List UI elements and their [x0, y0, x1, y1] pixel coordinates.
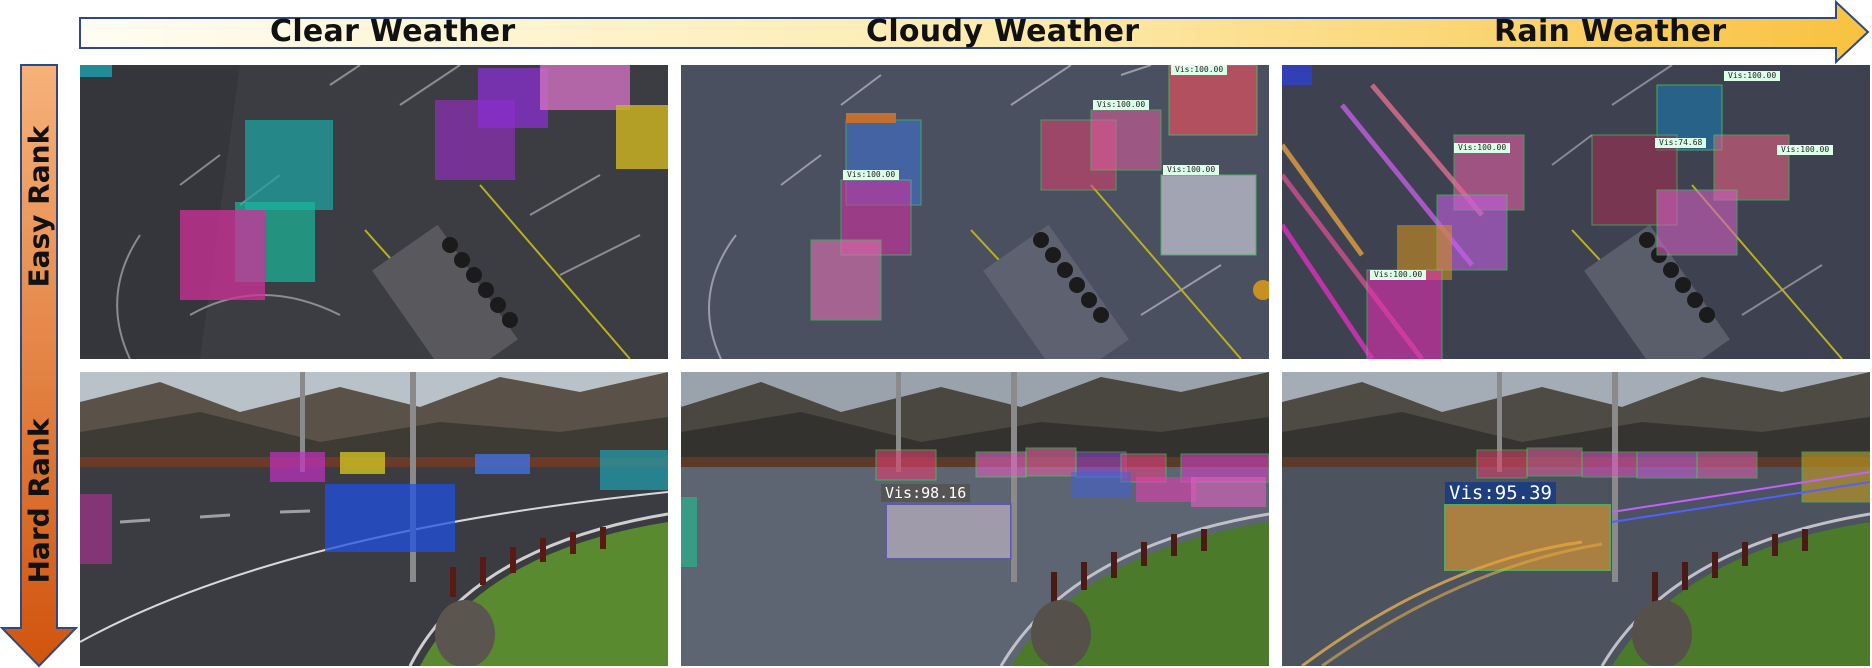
panel-rain-hard: Vis:95.39 — [1282, 372, 1870, 666]
panel-clear-easy — [80, 65, 668, 359]
vis-label: Vis:100.00 — [1370, 270, 1427, 280]
vis-label: Vis:100.00 — [1171, 65, 1228, 75]
panel-cloudy-easy: Vis:100.00 Vis:100.00 Vis:100.00 Vis:100… — [681, 65, 1269, 359]
vis-label: Vis:98.16 — [881, 484, 971, 502]
vis-label: Vis:100.00 — [1093, 100, 1150, 110]
vis-label: Vis:100.00 — [1777, 145, 1834, 155]
vis-label: Vis:100.00 — [1724, 71, 1781, 81]
panel-rain-easy: Vis:100.00 Vis:74.68 Vis:100.00 Vis:100.… — [1282, 65, 1870, 359]
vis-label: Vis:100.00 — [1454, 143, 1511, 153]
panel-clear-hard — [80, 372, 668, 666]
clear-weather-label: Clear Weather — [270, 14, 516, 49]
vis-label: Vis:100.00 — [843, 170, 900, 180]
rain-weather-label: Rain Weather — [1494, 14, 1727, 49]
vis-label: Vis:74.68 — [1655, 138, 1707, 148]
cloudy-weather-label: Cloudy Weather — [866, 14, 1140, 49]
panel-cloudy-hard: Vis:98.16 — [681, 372, 1269, 666]
easy-rank-label: Easy Rank — [22, 125, 56, 288]
vis-label: Vis:95.39 — [1445, 482, 1556, 504]
vis-label: Vis:100.00 — [1163, 165, 1220, 175]
hard-rank-label: Hard Rank — [22, 418, 56, 584]
